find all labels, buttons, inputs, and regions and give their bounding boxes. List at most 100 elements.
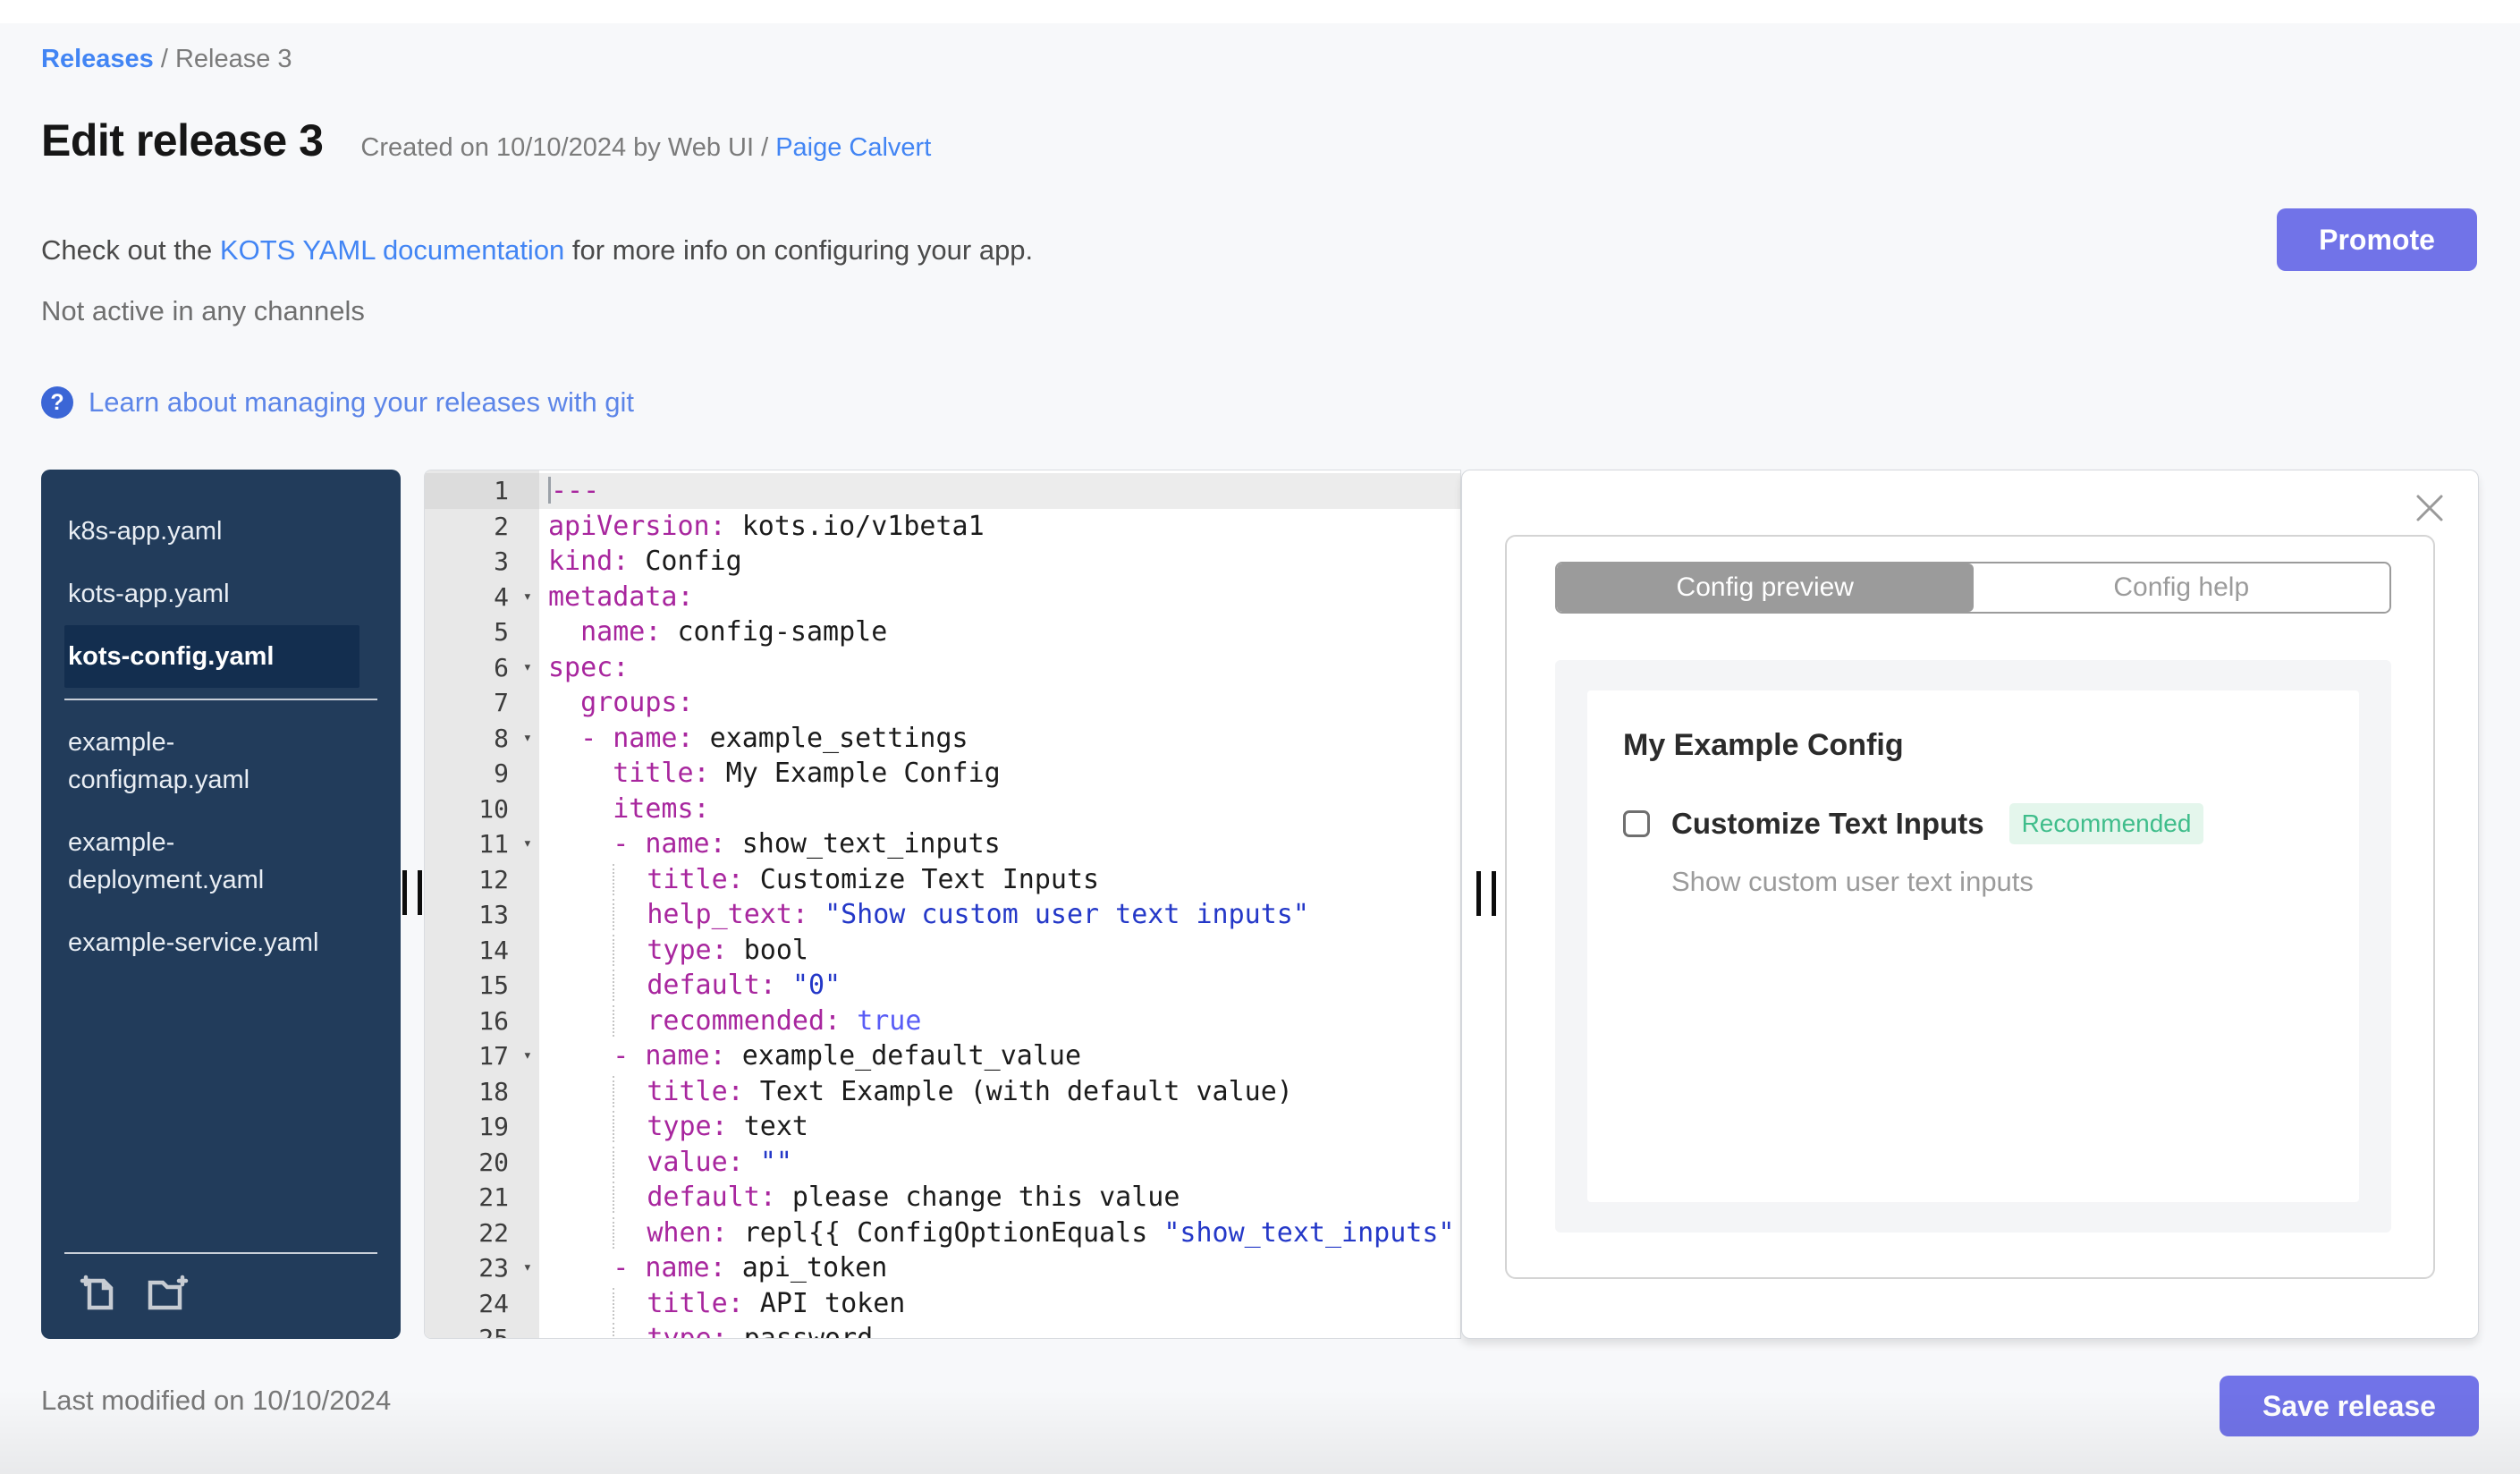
recommended-badge: Recommended — [2008, 803, 2204, 844]
sidebar-file-item[interactable]: example-configmap.yaml — [64, 711, 359, 811]
tab-config-preview[interactable]: Config preview — [1557, 563, 1974, 612]
save-release-button[interactable]: Save release — [2220, 1376, 2479, 1436]
customize-text-inputs-checkbox[interactable] — [1623, 810, 1650, 837]
code-line[interactable]: help_text: "Show custom user text inputs… — [539, 897, 1460, 933]
file-list: k8s-app.yaml kots-app.yaml kots-config.yam… — [41, 500, 401, 974]
docs-line: Check out the KOTS YAML documentation fo… — [41, 234, 1033, 267]
code-line[interactable]: default: please change this value — [539, 1180, 1460, 1216]
code-line[interactable]: apiVersion: kots.io/v1beta1 — [539, 509, 1460, 545]
git-releases-link[interactable]: Learn about managing your releases with … — [89, 386, 634, 419]
line-number: 7 — [494, 688, 509, 717]
config-tabs: Config preview Config help — [1555, 562, 2391, 614]
code-line[interactable]: recommended: true — [539, 1004, 1460, 1039]
code-line[interactable]: when: repl{{ ConfigOptionEquals "show_te… — [539, 1216, 1460, 1251]
line-number: 2 — [494, 511, 509, 541]
line-number: 24 — [478, 1288, 509, 1318]
breadcrumb-current: Release 3 — [174, 45, 292, 73]
promote-button[interactable]: Promote — [2277, 208, 2477, 271]
sidebar-file-item[interactable]: k8s-app.yaml — [64, 500, 359, 563]
code-line[interactable]: name: config-sample — [539, 614, 1460, 650]
sidebar-file-item[interactable]: kots-config.yaml — [64, 625, 359, 688]
docs-before: Check out the — [41, 234, 220, 266]
file-sidebar: k8s-app.yaml kots-app.yaml kots-config.yam… — [41, 470, 401, 1339]
docs-after: for more info on configuring your app. — [564, 234, 1034, 266]
code-line[interactable]: items: — [539, 792, 1460, 827]
line-number: 9 — [494, 758, 509, 788]
add-file-icon[interactable] — [77, 1272, 120, 1319]
line-number: 3 — [494, 546, 509, 576]
code-line[interactable]: type: text — [539, 1109, 1460, 1145]
config-field-help: Show custom user text inputs — [1671, 866, 2034, 897]
created-text: Created on 10/10/2024 by Web UI / — [360, 133, 776, 162]
code-line[interactable]: - name: api_token — [539, 1250, 1460, 1286]
line-number: 14 — [478, 935, 509, 965]
title-row: Edit release 3 Created on 10/10/2024 by … — [41, 114, 931, 166]
created-line: Created on 10/10/2024 by Web UI / Paige … — [360, 133, 931, 163]
line-number: 19 — [478, 1112, 509, 1141]
code-line[interactable]: type: password — [539, 1321, 1460, 1338]
line-number: 22 — [478, 1217, 509, 1248]
sidebar-divider — [64, 699, 377, 700]
code-line[interactable]: default: "0" — [539, 968, 1460, 1004]
sidebar-actions — [64, 1252, 377, 1339]
yaml-editor[interactable]: 1 2 3 4 ▾ 5 6 ▾ 7 8 ▾ 9 10 11 ▾ 12 13 14 15 16 17 ▾ 18 19 20 21 22… — [424, 470, 1461, 1339]
code-lines[interactable]: --- apiVersion: kots.io/v1beta1 kind: Conf… — [539, 473, 1460, 1338]
kots-yaml-doc-link[interactable]: KOTS YAML documentation — [220, 234, 564, 266]
breadcrumb: Releases / Release 3 — [41, 45, 292, 74]
line-number: 11 ▾ — [425, 826, 539, 862]
add-folder-icon[interactable] — [143, 1272, 191, 1319]
fold-marker-icon[interactable]: ▾ — [523, 650, 532, 686]
close-icon[interactable] — [2414, 492, 2446, 524]
author-link[interactable]: Paige Calvert — [775, 133, 931, 162]
config-preview-panel: Config preview Config help My Example Con… — [1461, 470, 2479, 1339]
resize-handle-left[interactable] — [402, 870, 426, 915]
sidebar-file-item[interactable]: example-deployment.yaml — [64, 811, 359, 911]
resize-handle-right[interactable] — [1476, 871, 1500, 916]
line-number: 15 — [478, 970, 509, 1000]
code-line[interactable]: metadata: — [539, 580, 1460, 615]
code-line[interactable]: - name: example_settings — [539, 721, 1460, 757]
sidebar-divider — [64, 1252, 377, 1254]
config-group-card: My Example Config Customize Text Inputs … — [1587, 690, 2359, 1202]
code-line[interactable]: type: bool — [539, 933, 1460, 969]
fold-marker-icon[interactable]: ▾ — [523, 826, 532, 862]
code-line[interactable]: title: My Example Config — [539, 756, 1460, 792]
breadcrumb-separator: / — [153, 45, 175, 73]
config-preview-card: Config preview Config help My Example Con… — [1505, 535, 2435, 1279]
code-line[interactable]: value: "" — [539, 1145, 1460, 1181]
line-number: 20 — [478, 1147, 509, 1177]
line-number: 5 — [494, 617, 509, 647]
config-field-label: Customize Text Inputs — [1671, 807, 1984, 840]
code-line[interactable]: title: Text Example (with default value) — [539, 1074, 1460, 1110]
code-line[interactable]: - name: example_default_value — [539, 1038, 1460, 1074]
line-number: 17 ▾ — [425, 1038, 539, 1074]
config-field-row: Customize Text Inputs Recommended — [1623, 803, 2204, 844]
code-line[interactable]: --- — [539, 473, 1460, 509]
code-line[interactable]: title: Customize Text Inputs — [539, 862, 1460, 898]
git-help-row: ? Learn about managing your releases wit… — [41, 386, 634, 419]
fold-marker-icon[interactable]: ▾ — [523, 721, 532, 757]
code-line[interactable]: groups: — [539, 685, 1460, 721]
line-number: 18 — [478, 1076, 509, 1106]
code-line[interactable]: kind: Config — [539, 544, 1460, 580]
top-band — [0, 0, 2520, 23]
line-number: 10 — [478, 793, 509, 824]
code-line[interactable]: spec: — [539, 650, 1460, 686]
line-number: 12 — [478, 864, 509, 894]
line-number: 1 — [425, 473, 539, 509]
breadcrumb-releases-link[interactable]: Releases — [41, 45, 154, 73]
config-group-title: My Example Config — [1623, 728, 1904, 762]
sidebar-file-item[interactable]: kots-app.yaml — [64, 563, 359, 625]
line-number: 4 ▾ — [425, 580, 539, 615]
tab-config-help[interactable]: Config help — [1973, 563, 2389, 612]
page-title: Edit release 3 — [41, 115, 324, 165]
line-number: 13 — [478, 900, 509, 929]
code-line[interactable]: - name: show_text_inputs — [539, 826, 1460, 862]
fold-marker-icon[interactable]: ▾ — [523, 580, 532, 615]
sidebar-file-item[interactable]: example-service.yaml — [64, 911, 359, 974]
last-modified: Last modified on 10/10/2024 — [41, 1385, 392, 1416]
code-line[interactable]: title: API token — [539, 1286, 1460, 1322]
fold-marker-icon[interactable]: ▾ — [523, 1250, 532, 1286]
fold-marker-icon[interactable]: ▾ — [523, 1038, 532, 1074]
question-circle-icon: ? — [41, 386, 73, 419]
